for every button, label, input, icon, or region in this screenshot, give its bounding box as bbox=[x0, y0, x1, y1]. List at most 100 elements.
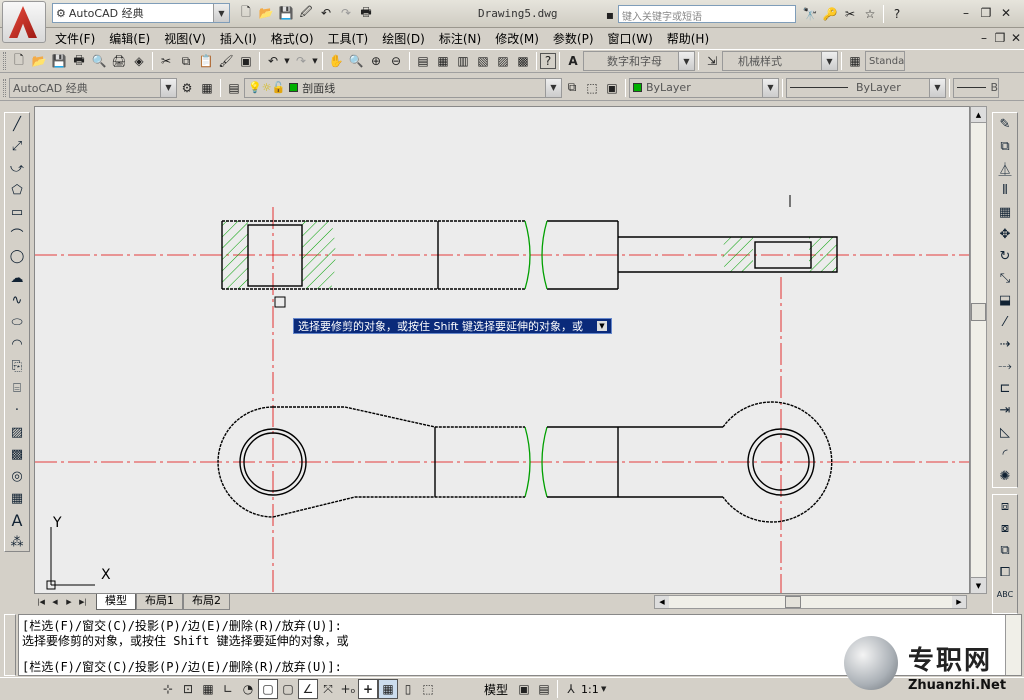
plot-icon[interactable]: 🖶 bbox=[69, 51, 89, 71]
revcloud-icon[interactable]: ☁ bbox=[5, 267, 29, 289]
menu-view[interactable]: 视图(V) bbox=[157, 28, 213, 48]
exchange-icon[interactable]: ✂ bbox=[840, 4, 860, 24]
otrack-icon[interactable]: ∠ bbox=[298, 679, 318, 699]
line-icon[interactable]: ╱ bbox=[5, 113, 29, 135]
gradient-icon[interactable]: ▩ bbox=[5, 443, 29, 465]
mirror-icon[interactable]: ⏅ bbox=[993, 157, 1017, 179]
save-file-icon[interactable]: 💾 bbox=[49, 51, 69, 71]
menu-draw[interactable]: 绘图(D) bbox=[375, 28, 432, 48]
quickcalc-icon[interactable]: ▩ bbox=[513, 51, 533, 71]
menu-modify[interactable]: 修改(M) bbox=[488, 28, 546, 48]
tab-layout2[interactable]: 布局2 bbox=[183, 594, 230, 610]
menu-insert[interactable]: 插入(I) bbox=[213, 28, 264, 48]
ellipse-icon[interactable]: ⬭ bbox=[5, 311, 29, 333]
undo-tool-icon[interactable]: ↶ bbox=[263, 51, 283, 71]
fillet-icon[interactable]: ◜ bbox=[993, 443, 1017, 465]
binoculars-icon[interactable]: 🔭 bbox=[800, 4, 820, 24]
new-icon[interactable]: 🗋 bbox=[236, 3, 256, 23]
layout-view-icon[interactable]: ▣ bbox=[514, 679, 534, 699]
polyline-icon[interactable]: ⤻ bbox=[5, 157, 29, 179]
qp-icon[interactable]: ▯ bbox=[398, 679, 418, 699]
horizontal-scrollbar[interactable]: ◀ ▶ bbox=[654, 595, 967, 609]
menu-parametric[interactable]: 参数(P) bbox=[546, 28, 601, 48]
qnew-icon[interactable]: 🗋 bbox=[9, 51, 29, 71]
arc-icon[interactable]: ⌒ bbox=[5, 223, 29, 245]
hscroll-right-icon[interactable]: ▶ bbox=[952, 596, 966, 608]
move-icon[interactable]: ✥ bbox=[993, 223, 1017, 245]
lwt-icon[interactable]: + bbox=[358, 679, 378, 699]
point-icon[interactable]: · bbox=[5, 399, 29, 421]
menu-dimension[interactable]: 标注(N) bbox=[432, 28, 488, 48]
menu-help[interactable]: 帮助(H) bbox=[660, 28, 716, 48]
copy-object-icon[interactable]: ⧉ bbox=[993, 135, 1017, 157]
3dosnap-icon[interactable]: ▢ bbox=[278, 679, 298, 699]
tab-first-icon[interactable]: |◀ bbox=[34, 595, 48, 609]
publish-icon[interactable]: 🖨 bbox=[109, 51, 129, 71]
chamfer-icon[interactable]: ◺ bbox=[993, 421, 1017, 443]
scale-drop-icon[interactable]: ▼ bbox=[599, 679, 609, 699]
app-menu-button[interactable] bbox=[2, 1, 46, 43]
key-icon[interactable]: 🔑 bbox=[820, 4, 840, 24]
infer-constraints-icon[interactable]: ⊹ bbox=[158, 679, 178, 699]
color-select[interactable]: ByLayer ▼ bbox=[629, 77, 779, 98]
preview-icon[interactable]: 🔍 bbox=[89, 51, 109, 71]
layer-select[interactable]: 💡 ☼ 🔓 剖面线 ▼ bbox=[244, 77, 562, 98]
scroll-down-icon[interactable]: ▼ bbox=[971, 577, 986, 593]
vertical-scrollbar[interactable]: ▲ ▼ bbox=[970, 106, 987, 594]
saveas-icon[interactable]: 🖉 bbox=[296, 3, 316, 23]
menu-edit[interactable]: 编辑(E) bbox=[102, 28, 157, 48]
ducs-icon[interactable]: ⤧ bbox=[318, 679, 338, 699]
trim-icon[interactable]: ⁄ bbox=[993, 311, 1017, 333]
redo-icon[interactable]: ↷ bbox=[336, 3, 356, 23]
scroll-thumb[interactable] bbox=[971, 303, 986, 321]
menu-format[interactable]: 格式(O) bbox=[264, 28, 321, 48]
zoom-realtime-icon[interactable]: 🔍 bbox=[346, 51, 366, 71]
paste-icon[interactable]: 📋 bbox=[196, 51, 216, 71]
polar-icon[interactable]: ◔ bbox=[238, 679, 258, 699]
text-front-icon[interactable]: ABC bbox=[993, 583, 1017, 605]
hatch-icon[interactable]: ▨ bbox=[5, 421, 29, 443]
spline-icon[interactable]: ∿ bbox=[5, 289, 29, 311]
table-style-icon[interactable]: ▦ bbox=[845, 51, 865, 71]
3dprint-icon[interactable]: ◈ bbox=[129, 51, 149, 71]
doc-restore-icon[interactable]: ❐ bbox=[992, 30, 1008, 46]
send-under-icon[interactable]: ⧠ bbox=[993, 561, 1017, 583]
restore-icon[interactable]: ❐ bbox=[976, 3, 996, 23]
pan-icon[interactable]: ✋ bbox=[326, 51, 346, 71]
add-selected-icon[interactable]: ⁂ bbox=[5, 531, 29, 553]
tab-next-icon[interactable]: ▶ bbox=[62, 595, 76, 609]
save-icon[interactable]: 💾 bbox=[276, 3, 296, 23]
layer-previous-icon[interactable]: ⬚ bbox=[582, 78, 602, 98]
menu-window[interactable]: 窗口(W) bbox=[601, 28, 660, 48]
join-icon[interactable]: ⇥ bbox=[993, 399, 1017, 421]
quick-view-icon[interactable]: ▤ bbox=[534, 679, 554, 699]
tab-model[interactable]: 模型 bbox=[96, 594, 136, 610]
break-icon[interactable]: ⊏ bbox=[993, 377, 1017, 399]
scroll-up-icon[interactable]: ▲ bbox=[971, 107, 986, 123]
layer-manager-icon[interactable]: ▤ bbox=[224, 78, 244, 98]
layer-state-icon[interactable]: ▣ bbox=[602, 78, 622, 98]
close-icon[interactable]: ✕ bbox=[996, 3, 1016, 23]
send-back-icon[interactable]: ⧇ bbox=[993, 517, 1017, 539]
array-icon[interactable]: ▦ bbox=[993, 201, 1017, 223]
block-editor-icon[interactable]: ▣ bbox=[236, 51, 256, 71]
zoom-window-icon[interactable]: ⊕ bbox=[366, 51, 386, 71]
minimize-doc-icon[interactable]: ▪ bbox=[604, 5, 616, 25]
polygon-icon[interactable]: ⬠ bbox=[5, 179, 29, 201]
explode-icon[interactable]: ✺ bbox=[993, 465, 1017, 487]
redo-tool-icon[interactable]: ↷ bbox=[291, 51, 311, 71]
tool-palettes-icon[interactable]: ▥ bbox=[453, 51, 473, 71]
cut-icon[interactable]: ✂ bbox=[156, 51, 176, 71]
match-properties-icon[interactable]: 🖌 bbox=[216, 51, 236, 71]
open-file-icon[interactable]: 📂 bbox=[29, 51, 49, 71]
workspace-settings-icon[interactable]: ⚙ bbox=[177, 78, 197, 98]
undo-drop-icon[interactable]: ▼ bbox=[283, 51, 291, 71]
text-style-select[interactable]: 数字和字母 ▼ bbox=[583, 51, 695, 71]
bring-above-icon[interactable]: ⧉ bbox=[993, 539, 1017, 561]
sc-icon[interactable]: ⬚ bbox=[418, 679, 438, 699]
copy-icon[interactable]: ⧉ bbox=[176, 51, 196, 71]
bring-front-icon[interactable]: ⧈ bbox=[993, 495, 1017, 517]
table-icon[interactable]: ▦ bbox=[5, 487, 29, 509]
rotate-icon[interactable]: ↻ bbox=[993, 245, 1017, 267]
markup-icon[interactable]: ▨ bbox=[493, 51, 513, 71]
